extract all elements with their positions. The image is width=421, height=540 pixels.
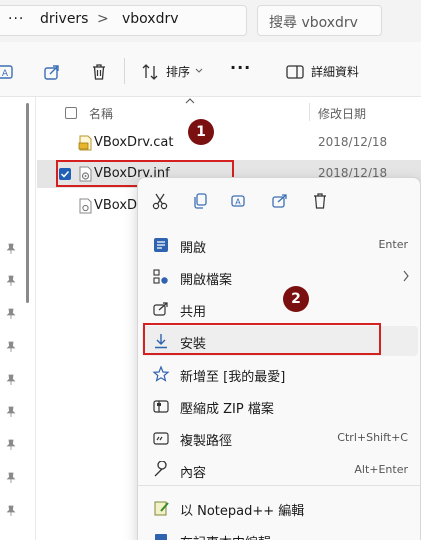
menu-item-open[interactable]: 開啟 Enter xyxy=(142,230,418,260)
menu-item-shortcut: Alt+Enter xyxy=(354,463,408,476)
navigation-pane xyxy=(0,97,36,540)
notepad-icon xyxy=(155,534,167,540)
share-icon xyxy=(153,302,168,316)
breadcrumb-drivers[interactable]: drivers xyxy=(40,11,88,27)
menu-item-label: 複製路徑 xyxy=(180,434,233,449)
pin-icon xyxy=(6,308,16,319)
rename-icon[interactable]: A xyxy=(0,62,16,82)
svg-text:A: A xyxy=(235,198,241,207)
context-menu-quick-actions: A xyxy=(138,178,421,224)
menu-item-label: 以 Notepad++ 編輯 xyxy=(180,504,305,519)
pin-icon xyxy=(6,374,16,385)
rename-icon[interactable]: A xyxy=(230,192,248,210)
sort-ascending-icon xyxy=(185,98,195,104)
pin-icon xyxy=(6,341,16,352)
breadcrumb-overflow[interactable]: ··· xyxy=(8,11,24,27)
menu-item-label: 新增至 [我的最愛] xyxy=(180,370,286,385)
copy-path-icon xyxy=(153,432,169,445)
menu-item-shortcut: Enter xyxy=(378,238,408,251)
pin-icon xyxy=(6,505,16,516)
pin-icon xyxy=(6,243,16,254)
menu-item-notepad[interactable]: 在記事本中編輯 xyxy=(142,525,418,540)
pin-icon xyxy=(6,439,16,450)
column-header-name[interactable]: 名稱 xyxy=(89,105,113,122)
open-icon xyxy=(154,238,168,252)
menu-item-copy-path[interactable]: 複製路徑 Ctrl+Shift+C xyxy=(142,423,418,453)
menu-separator xyxy=(138,485,421,486)
step-badge-1: 1 xyxy=(188,119,214,145)
address-bar: ··· drivers > vboxdrv 搜尋 vboxdrv xyxy=(0,0,421,42)
details-pane-icon[interactable] xyxy=(285,62,305,82)
menu-item-label: 壓縮成 ZIP 檔案 xyxy=(180,402,274,417)
more-options-button[interactable]: ··· xyxy=(230,58,251,77)
menu-item-notepadpp[interactable]: 以 Notepad++ 編輯 xyxy=(142,493,418,523)
highlight-box-install xyxy=(143,323,381,355)
catalog-file-icon xyxy=(78,135,92,151)
menu-item-label: 共用 xyxy=(180,305,207,320)
search-placeholder: 搜尋 vboxdrv xyxy=(269,15,358,31)
pin-icon xyxy=(6,275,16,286)
select-all-checkbox[interactable] xyxy=(65,107,77,119)
step-badge-2: 2 xyxy=(283,286,309,312)
column-header-row: 名稱 修改日期 xyxy=(37,97,421,127)
context-menu: A 開啟 Enter 開啟檔案 共用 安裝 新增至 [我的最愛] 壓縮成 ZIP… xyxy=(137,177,421,540)
menu-item-label: 內容 xyxy=(180,466,207,481)
sort-button[interactable]: 排序 xyxy=(166,63,190,80)
file-date: 2018/12/18 xyxy=(318,135,388,149)
column-header-modified[interactable]: 修改日期 xyxy=(318,105,366,122)
breadcrumb-vboxdrv[interactable]: vboxdrv xyxy=(122,11,179,27)
nav-scrollbar[interactable] xyxy=(26,103,29,303)
zip-icon xyxy=(153,400,169,413)
star-icon xyxy=(152,365,170,382)
search-input[interactable]: 搜尋 vboxdrv xyxy=(257,5,382,36)
pin-icon xyxy=(6,406,16,417)
chevron-right-icon xyxy=(403,270,409,282)
sort-icon[interactable] xyxy=(141,62,161,82)
share-icon[interactable] xyxy=(271,192,289,210)
delete-icon[interactable] xyxy=(311,192,329,210)
menu-item-add-favorites[interactable]: 新增至 [我的最愛] xyxy=(142,359,418,389)
menu-item-label: 在記事本中編輯 xyxy=(180,532,271,540)
file-name: VBoxDrv.cat xyxy=(94,135,174,150)
breadcrumb-separator: > xyxy=(97,11,109,27)
pin-icon xyxy=(6,472,16,483)
menu-item-open-with[interactable]: 開啟檔案 xyxy=(142,262,418,292)
menu-item-share[interactable]: 共用 xyxy=(142,294,418,324)
menu-item-label: 開啟 xyxy=(180,241,207,256)
details-button[interactable]: 詳細資料 xyxy=(311,63,359,80)
menu-item-shortcut: Ctrl+Shift+C xyxy=(337,431,408,444)
delete-icon[interactable] xyxy=(89,62,109,82)
share-icon[interactable] xyxy=(42,62,62,82)
menu-item-compress-zip[interactable]: 壓縮成 ZIP 檔案 xyxy=(142,391,418,421)
toolbar-separator xyxy=(124,58,125,84)
cut-icon[interactable] xyxy=(151,192,169,210)
copy-icon[interactable] xyxy=(191,192,209,210)
chevron-down-icon xyxy=(195,68,203,73)
open-with-icon xyxy=(153,269,168,284)
notepadpp-icon xyxy=(154,501,169,516)
address-input[interactable]: ··· drivers > vboxdrv xyxy=(0,5,247,36)
file-row[interactable]: VBoxDrv.cat 2018/12/18 xyxy=(37,129,421,157)
menu-item-label: 開啟檔案 xyxy=(180,273,233,288)
properties-icon xyxy=(154,461,167,477)
column-divider[interactable] xyxy=(309,103,310,121)
command-bar: A 排序 ··· 詳細資料 xyxy=(0,42,421,97)
system-file-icon xyxy=(79,198,92,214)
svg-text:A: A xyxy=(2,69,9,79)
menu-item-properties[interactable]: 內容 Alt+Enter xyxy=(142,455,418,485)
